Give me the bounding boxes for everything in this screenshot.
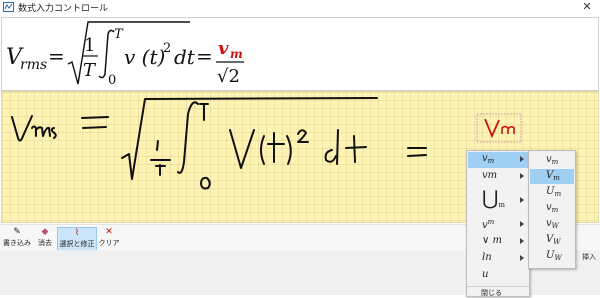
title-bar: 数式入力コントロール ✕ — [0, 0, 600, 15]
ink-equals2 — [407, 147, 427, 157]
pen-icon: ✎ — [13, 227, 21, 237]
correction-item[interactable]: vm — [468, 169, 528, 185]
ink-t2 — [345, 135, 367, 163]
close-menu-item[interactable]: 閉じる — [481, 288, 502, 298]
submenu-arrow-icon — [520, 238, 524, 244]
close-button[interactable]: ✕ — [580, 0, 594, 14]
correction-item[interactable]: vm — [468, 152, 528, 168]
menu-separator — [467, 286, 529, 287]
ink-t — [267, 132, 285, 163]
ink-paren-open — [260, 135, 265, 165]
ink-sup2 — [297, 129, 309, 143]
correction-item[interactable]: ∨ m — [468, 234, 528, 250]
select-correct-icon: ⌇ — [74, 228, 80, 238]
integrand: v (t) — [124, 45, 165, 69]
ink-paren-close — [286, 135, 292, 165]
write-tool-label: 書き込み — [3, 239, 31, 247]
equals-sign: = — [48, 44, 65, 68]
ink-rms — [31, 125, 57, 139]
equals-sign-2: = — [196, 44, 213, 68]
clear-tool-label: クリア — [98, 239, 120, 247]
close-icon: ✕ — [582, 0, 592, 13]
correction-submenu: vm Vm Um vm vW VW UW — [528, 150, 576, 269]
clear-tool-button[interactable]: ✕ クリア — [98, 227, 120, 249]
integral-symbol — [98, 29, 115, 79]
formula-preview: V rms = 1 T T 0 v (t) 2 dt = v m √2 — [1, 17, 599, 91]
correction-item[interactable]: ⋃m — [468, 186, 528, 216]
write-tool-button[interactable]: ✎ 書き込み — [3, 227, 31, 249]
erase-tool-label: 消去 — [38, 239, 52, 247]
correction-item[interactable]: vm — [468, 217, 528, 233]
ink-V — [11, 115, 33, 142]
ink-V2 — [229, 129, 255, 169]
submenu-item[interactable]: vW — [530, 217, 574, 232]
ink-equals — [81, 116, 109, 129]
window-title: 数式入力コントロール — [18, 4, 109, 14]
rhs-den: √2 — [217, 66, 240, 87]
ink-upper-T — [199, 103, 209, 121]
submenu-item[interactable]: vm — [530, 153, 574, 168]
rhs-num-sub: m — [230, 47, 243, 61]
submenu-arrow-icon — [520, 197, 524, 203]
ink-Vm-selected — [476, 113, 522, 143]
eraser-icon: ◆ — [41, 227, 49, 237]
clear-icon: ✕ — [105, 227, 113, 237]
frac1-num: 1 — [84, 35, 95, 56]
ink-frac1 — [150, 140, 171, 176]
submenu-arrow-icon — [520, 156, 524, 162]
frac1-den: T — [83, 60, 97, 81]
submenu-item[interactable]: Um — [530, 185, 574, 200]
int-upper: T — [114, 27, 124, 42]
dt: dt — [174, 45, 196, 69]
correction-menu: vm vm ⋃m vm ∨ m ln u 閉じる — [466, 150, 530, 297]
correction-item[interactable]: ln — [468, 251, 528, 267]
ink-lower-0 — [200, 176, 211, 190]
rhs-num-base: v — [218, 38, 229, 59]
submenu-arrow-icon — [520, 173, 524, 179]
submenu-arrow-icon — [520, 255, 524, 261]
int-lower: 0 — [108, 73, 116, 88]
erase-tool-button[interactable]: ◆ 消去 — [35, 227, 55, 249]
correction-item[interactable]: u — [468, 268, 528, 284]
preview-formula: V rms = 1 T T 0 v (t) 2 dt = v m √2 — [6, 21, 244, 88]
submenu-arrow-icon — [520, 221, 524, 227]
select-correct-tool-label: 選択と修正 — [59, 240, 95, 248]
submenu-item[interactable]: vm — [530, 201, 574, 216]
ink-d — [324, 129, 339, 165]
app-icon — [3, 2, 14, 12]
submenu-item[interactable]: Vm — [530, 169, 574, 184]
ink-integral — [177, 101, 199, 174]
submenu-item[interactable]: VW — [530, 233, 574, 248]
select-correct-tool-button[interactable]: ⌇ 選択と修正 — [57, 227, 97, 251]
submenu-item[interactable]: UW — [530, 249, 574, 264]
power: 2 — [163, 41, 171, 56]
lhs-sub: rms — [20, 57, 47, 73]
